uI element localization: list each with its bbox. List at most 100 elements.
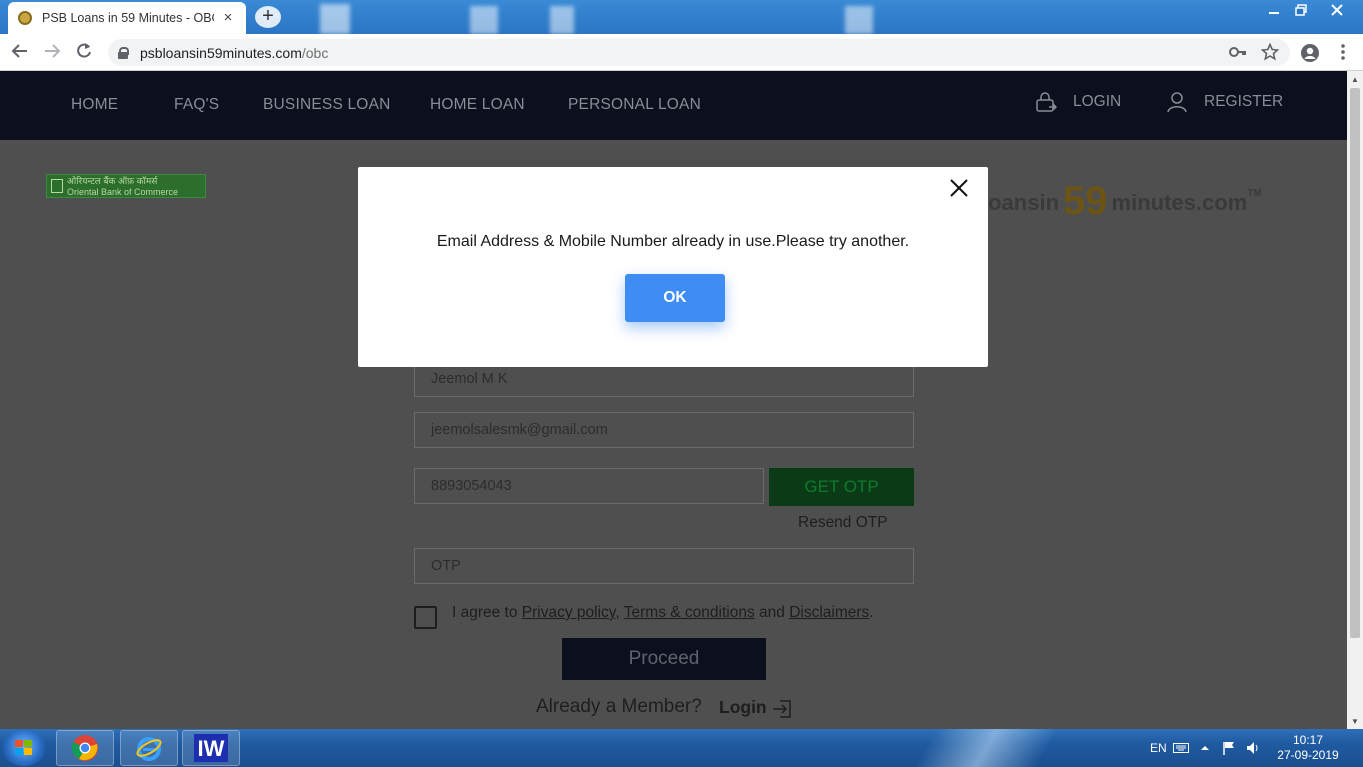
alert-dialog: Email Address & Mobile Number already in…	[358, 167, 988, 367]
site-navigation: HOME FAQ'S BUSINESS LOAN HOME LOAN PERSO…	[0, 71, 1347, 140]
forward-button[interactable]	[41, 42, 63, 64]
iw-app-label: IW	[198, 736, 225, 761]
agree-and: and	[754, 604, 790, 621]
windows-taskbar: IW EN 10:17 27-09-2019	[0, 729, 1363, 767]
ok-button[interactable]: OK	[625, 274, 725, 322]
bank-seal-icon	[51, 179, 63, 193]
alert-message: Email Address & Mobile Number already in…	[436, 233, 910, 250]
taskbar-internet-explorer[interactable]	[120, 730, 178, 766]
desktop-decoration	[845, 6, 873, 34]
new-tab-button[interactable]: +	[255, 6, 281, 28]
url-text: psbloansin59minutes.com/obc	[140, 45, 328, 61]
login-arrow-icon[interactable]	[772, 699, 792, 719]
psb-brand-logo: loansin 59 minutes.comTM	[982, 179, 1262, 224]
action-center-flag-icon[interactable]	[1222, 729, 1236, 767]
bank-logo-hindi: ओरियन्टल बैंक ऑफ़ कॉमर्स	[67, 176, 158, 186]
desktop-decoration	[550, 6, 574, 34]
bookmark-star-icon[interactable]	[1260, 42, 1280, 63]
nav-personal-loan[interactable]: PERSONAL LOAN	[568, 96, 701, 114]
profile-glyph	[1301, 44, 1319, 62]
iw-app-icon: IW	[194, 734, 228, 762]
back-button[interactable]	[9, 42, 31, 64]
close-icon	[1331, 4, 1343, 16]
kebab-glyph	[1341, 44, 1345, 60]
brand-tm: TM	[1247, 188, 1262, 199]
taskbar-iw-app[interactable]: IW	[182, 730, 240, 766]
brand-suffix: minutes.com	[1111, 190, 1248, 215]
lock-bag-icon	[1036, 92, 1057, 112]
browser-menu-icon[interactable]	[1333, 43, 1353, 63]
get-otp-button[interactable]: GET OTP	[769, 468, 914, 506]
already-member-text: Already a Member?	[536, 696, 702, 717]
url-domain: psbloansin59minutes.com	[140, 44, 302, 61]
bank-logo-english: Oriental Bank of Commerce	[67, 187, 179, 197]
user-icon	[1167, 92, 1187, 113]
lock-icon	[118, 46, 129, 59]
back-arrow-icon	[11, 44, 27, 58]
tab-close-icon[interactable]: ×	[220, 10, 236, 26]
browser-toolbar: psbloansin59minutes.com/obc	[0, 34, 1363, 71]
volume-icon[interactable]	[1246, 729, 1262, 767]
mobile-field[interactable]: 8893054043	[414, 468, 764, 504]
nav-business-loan[interactable]: BUSINESS LOAN	[263, 96, 391, 114]
nav-register[interactable]: REGISTER	[1166, 91, 1283, 113]
close-icon[interactable]	[948, 177, 970, 199]
restore-icon	[1295, 4, 1307, 16]
nav-home-loan[interactable]: HOME LOAN	[430, 96, 525, 114]
show-hidden-icons[interactable]	[1200, 729, 1210, 767]
keyboard-glyph	[1173, 743, 1189, 753]
chrome-icon	[71, 735, 98, 761]
window-close-button[interactable]	[1312, 0, 1362, 20]
privacy-policy-link[interactable]: Privacy policy	[522, 604, 616, 621]
speaker-glyph	[1247, 742, 1258, 754]
resend-otp-link[interactable]: Resend OTP	[798, 514, 888, 532]
nav-register-label: REGISTER	[1204, 93, 1284, 110]
scrollbar-thumb[interactable]	[1350, 88, 1360, 638]
clock-date: 27-09-2019	[1277, 748, 1339, 762]
key-icon[interactable]	[1228, 43, 1248, 63]
chevron-up-icon	[1201, 746, 1209, 750]
agree-text: I agree to Privacy policy, Terms & condi…	[452, 604, 874, 622]
agree-comma: ,	[615, 604, 620, 621]
terms-link[interactable]: Terms & conditions	[624, 604, 755, 621]
system-clock[interactable]: 10:17 27-09-2019	[1268, 733, 1348, 763]
page-scrollbar[interactable]: ▲ ▼	[1347, 71, 1363, 729]
tab-title: PSB Loans in 59 Minutes - OBC -	[42, 11, 214, 25]
profile-avatar-icon[interactable]	[1300, 43, 1320, 63]
browser-tab-strip: PSB Loans in 59 Minutes - OBC - × +	[0, 0, 1363, 34]
scroll-down-icon[interactable]: ▼	[1351, 717, 1359, 726]
windows-flag-icon	[15, 740, 32, 755]
agree-prefix: I agree to	[452, 604, 522, 621]
url-path: /obc	[301, 44, 329, 61]
nav-login[interactable]: LOGIN	[1035, 91, 1121, 113]
flag-glyph	[1223, 742, 1234, 755]
reload-icon	[77, 43, 91, 58]
internet-explorer-icon	[136, 737, 162, 761]
scroll-up-icon[interactable]: ▲	[1351, 75, 1359, 84]
brand-number: 59	[1063, 179, 1108, 223]
desktop-decoration	[320, 4, 350, 34]
start-button[interactable]	[2, 730, 46, 766]
keyboard-icon[interactable]	[1173, 729, 1189, 767]
clock-time: 10:17	[1292, 733, 1324, 747]
email-field[interactable]: jeemolsalesmk@gmail.com	[414, 412, 914, 448]
proceed-button[interactable]: Proceed	[562, 638, 766, 680]
site-favicon-icon	[18, 11, 32, 25]
disclaimers-link[interactable]: Disclaimers	[789, 604, 869, 621]
star-glyph	[1260, 42, 1280, 61]
nav-faqs[interactable]: FAQ'S	[174, 96, 219, 114]
minimize-icon	[1269, 12, 1279, 14]
nav-login-label: LOGIN	[1073, 93, 1122, 110]
agree-checkbox[interactable]	[414, 606, 437, 629]
login-link[interactable]: Login	[719, 697, 767, 718]
taskbar-chrome[interactable]	[56, 730, 114, 766]
address-bar[interactable]: psbloansin59minutes.com/obc	[108, 39, 1290, 66]
language-indicator[interactable]: EN	[1150, 729, 1167, 767]
nav-home[interactable]: HOME	[71, 96, 118, 114]
otp-field[interactable]: OTP	[414, 548, 914, 584]
oriental-bank-logo: ओरियन्टल बैंक ऑफ़ कॉमर्स Oriental Bank o…	[46, 174, 206, 198]
agree-period: .	[869, 604, 874, 621]
reload-button[interactable]	[73, 42, 95, 64]
taskbar-decoration	[850, 729, 1110, 767]
browser-tab[interactable]: PSB Loans in 59 Minutes - OBC - ×	[8, 2, 246, 34]
